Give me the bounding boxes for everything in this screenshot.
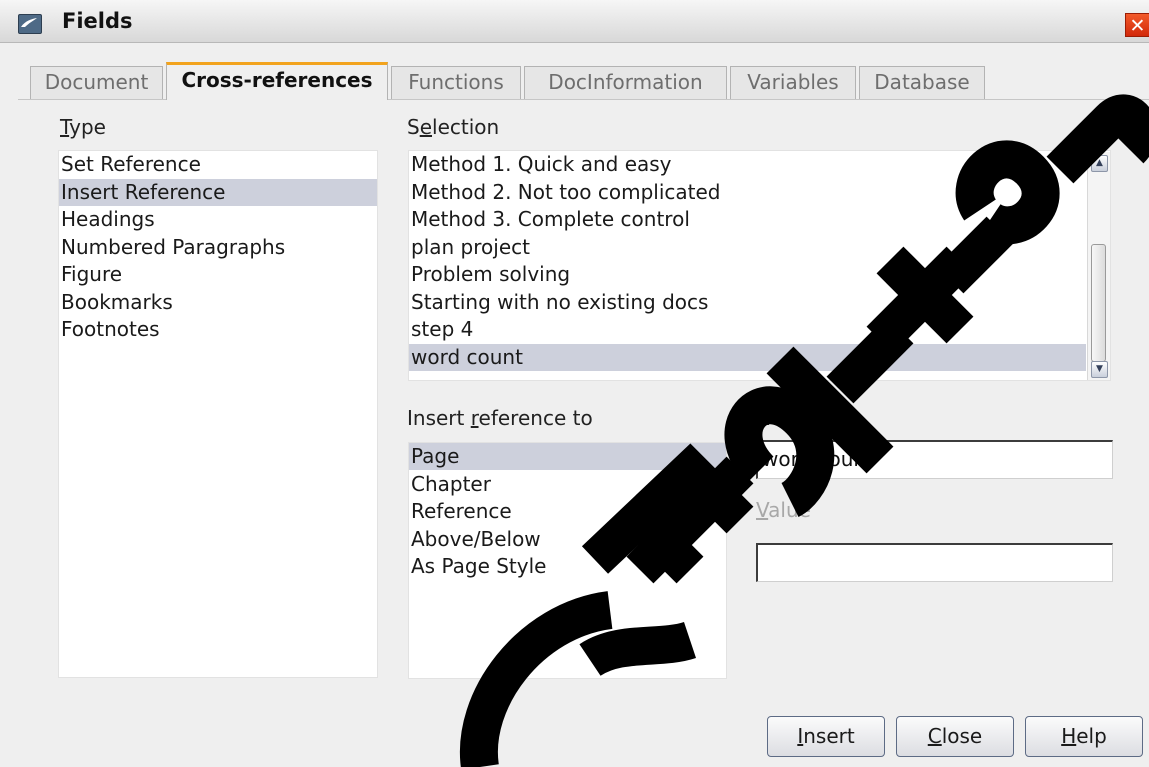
close-button[interactable]: Close — [896, 716, 1014, 757]
reference-format-item-above-below[interactable]: Above/Below — [409, 526, 726, 553]
selection-item-selected[interactable]: word count — [409, 344, 1086, 371]
value-field[interactable] — [756, 543, 1113, 582]
selection-item[interactable]: Method 2. Not too complicated — [409, 179, 1086, 206]
tab-docinformation[interactable]: DocInformation — [524, 66, 727, 99]
reference-format-item-reference[interactable]: Reference — [409, 498, 726, 525]
openoffice-gull-icon — [18, 14, 42, 34]
window-title: Fields — [62, 9, 133, 33]
selection-item[interactable]: step 4 — [409, 316, 1086, 343]
selection-label: Selection — [407, 115, 500, 139]
name-label: Name — [756, 406, 816, 430]
arrow-up-icon[interactable]: ▲ — [1091, 155, 1108, 172]
selection-scrollbar[interactable]: ▲ ▼ — [1087, 152, 1110, 380]
value-label: Value — [756, 498, 811, 522]
selection-item[interactable]: Method 3. Complete control — [409, 206, 1086, 233]
selection-item[interactable]: Starting with no existing docs — [409, 289, 1086, 316]
reference-format-item-chapter[interactable]: Chapter — [409, 471, 726, 498]
close-window-icon[interactable]: ✕ — [1125, 13, 1149, 37]
type-item-headings[interactable]: Headings — [59, 206, 377, 233]
tab-document[interactable]: Document — [30, 66, 163, 99]
insert-reference-to-label: Insert reference to — [407, 406, 593, 430]
insert-reference-to-list[interactable]: Page Chapter Reference Above/Below As Pa… — [408, 442, 727, 679]
type-item-footnotes[interactable]: Footnotes — [59, 316, 377, 343]
title-bar: Fields ✕ — [0, 0, 1149, 43]
tab-variables[interactable]: Variables — [730, 66, 856, 99]
selection-item[interactable]: Problem solving — [409, 261, 1086, 288]
scrollbar-thumb[interactable] — [1091, 244, 1106, 362]
selection-list[interactable]: Method 1. Quick and easy Method 2. Not t… — [408, 150, 1111, 381]
tab-functions[interactable]: Functions — [391, 66, 521, 99]
type-item-insert-reference[interactable]: Insert Reference — [59, 179, 377, 206]
tab-database[interactable]: Database — [859, 66, 985, 99]
type-item-set-reference[interactable]: Set Reference — [59, 151, 377, 178]
type-item-figure[interactable]: Figure — [59, 261, 377, 288]
type-item-numbered-paragraphs[interactable]: Numbered Paragraphs — [59, 234, 377, 261]
reference-format-item-page[interactable]: Page — [409, 443, 726, 470]
type-list[interactable]: Set Reference Insert Reference Headings … — [58, 150, 378, 678]
reference-format-item-as-page-style[interactable]: As Page Style — [409, 553, 726, 580]
name-field[interactable]: word count — [756, 440, 1113, 479]
selection-item[interactable]: plan project — [409, 234, 1086, 261]
type-label: Type — [60, 115, 106, 139]
help-button[interactable]: Help — [1025, 716, 1143, 757]
tab-cross-references[interactable]: Cross-references — [166, 62, 388, 100]
type-item-bookmarks[interactable]: Bookmarks — [59, 289, 377, 316]
arrow-down-icon[interactable]: ▼ — [1091, 361, 1108, 378]
selection-item[interactable]: Method 1. Quick and easy — [409, 151, 1086, 178]
insert-button[interactable]: Insert — [767, 716, 885, 757]
